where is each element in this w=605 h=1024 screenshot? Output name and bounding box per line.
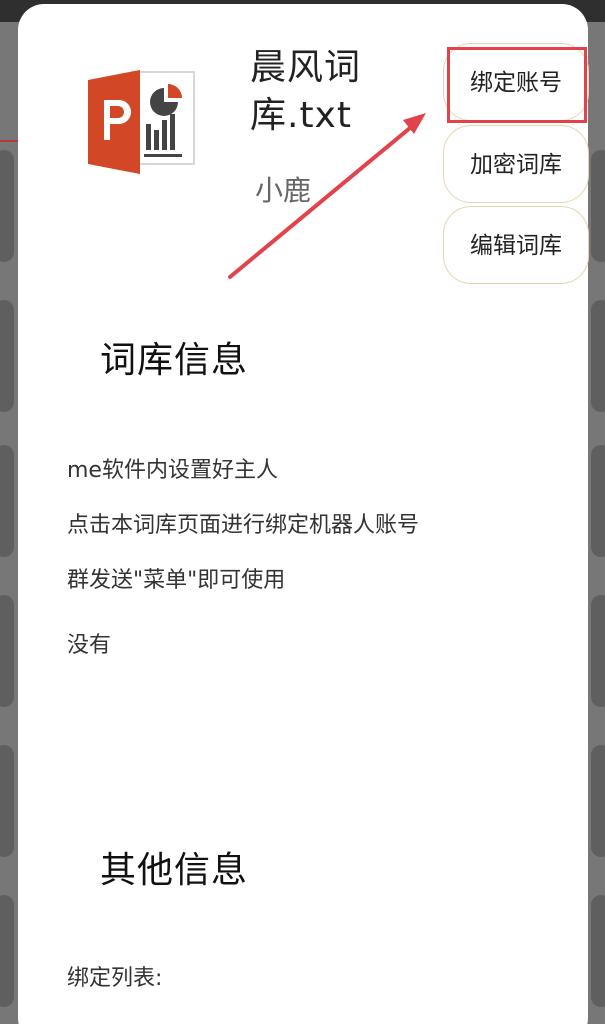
library-info-title: 词库信息: [100, 340, 249, 381]
bind-account-button[interactable]: 绑定账号: [443, 43, 589, 121]
library-info-line: 没有: [67, 633, 112, 658]
background-card-edge: [0, 745, 14, 857]
library-info-line: me软件内设置好主人: [67, 458, 278, 483]
library-info-line: 群发送"菜单"即可使用: [67, 568, 286, 593]
powerpoint-file-icon: [88, 70, 195, 174]
encrypt-library-button[interactable]: 加密词库: [443, 125, 589, 203]
library-author: 小鹿: [255, 174, 312, 207]
background-card-edge: [591, 895, 605, 1007]
background-card-edge: [0, 150, 14, 262]
background-card-edge: [0, 895, 14, 1007]
library-info-line: 点击本词库页面进行绑定机器人账号: [67, 513, 420, 538]
background-card-edge: [591, 300, 605, 412]
background-card-edge: [591, 745, 605, 857]
screen: 晨风词库.txt 小鹿 绑定账号 加密词库 编辑词库 词库信息 me软件内设置好…: [0, 0, 605, 1024]
background-card-edge: [0, 300, 14, 412]
library-file-name: 晨风词库.txt: [250, 47, 362, 136]
background-card-edge: [591, 595, 605, 707]
background-card-edge: [0, 595, 14, 707]
other-info-title: 其他信息: [100, 850, 249, 891]
library-detail-card: 晨风词库.txt 小鹿 绑定账号 加密词库 编辑词库 词库信息 me软件内设置好…: [18, 4, 589, 1024]
background-card-edge: [591, 445, 605, 557]
edit-library-button[interactable]: 编辑词库: [443, 206, 589, 284]
side-accent-line: [0, 140, 18, 142]
background-card-edge: [591, 150, 605, 262]
binding-list-label: 绑定列表:: [67, 966, 163, 991]
background-card-edge: [0, 445, 14, 557]
